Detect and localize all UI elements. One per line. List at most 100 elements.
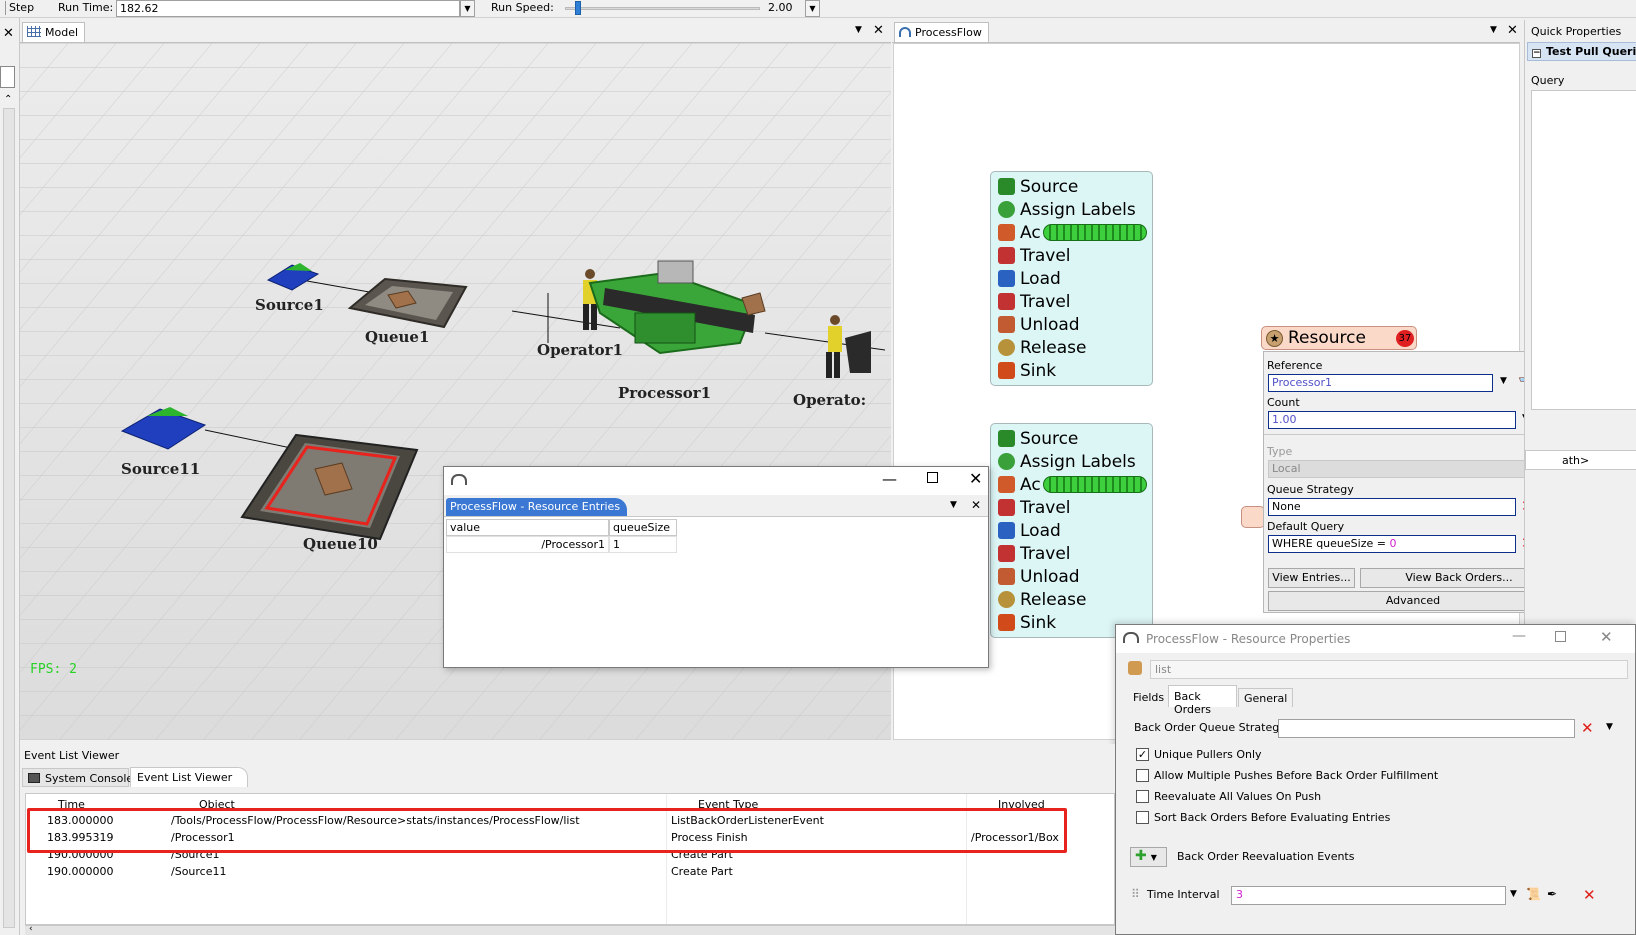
activity-travel[interactable]: Travel xyxy=(991,244,1152,267)
activity-load[interactable]: Load xyxy=(991,519,1152,542)
sort-back-orders-checkbox[interactable] xyxy=(1136,811,1149,824)
close-icon[interactable]: ✕ xyxy=(3,26,14,41)
window-titlebar[interactable]: ProcessFlow - Resource Properties — ✕ xyxy=(1116,625,1635,653)
queue-strategy-field[interactable]: None xyxy=(1268,498,1516,516)
column-header-object[interactable]: Object xyxy=(199,798,235,811)
tab-processflow[interactable]: ProcessFlow xyxy=(894,22,989,42)
unique-pullers-checkbox[interactable]: ✓ xyxy=(1136,748,1149,761)
vertical-scrollbar[interactable] xyxy=(3,108,15,928)
clear-icon[interactable]: ✕ xyxy=(1581,719,1594,737)
activity-unload[interactable]: Unload xyxy=(991,313,1152,336)
column-header-event-type[interactable]: Event Type xyxy=(698,798,758,811)
count-field[interactable]: 1.00 xyxy=(1268,411,1516,429)
activity-acquire[interactable]: Ac xyxy=(991,221,1152,244)
chevron-down-icon[interactable]: ▼ xyxy=(1500,376,1507,386)
maximize-button[interactable] xyxy=(1555,631,1566,642)
run-time-field[interactable]: 182.62 xyxy=(116,0,460,17)
column-header-queuesize[interactable]: queueSize xyxy=(609,519,677,536)
horizontal-scrollbar[interactable]: ‹ xyxy=(25,924,1115,935)
minimize-button[interactable]: — xyxy=(882,470,897,488)
event-list-table[interactable]: Time Object Event Type Involved 183.0000… xyxy=(25,793,1115,925)
table-row[interactable]: 183.000000 /Tools/ProcessFlow/ProcessFlo… xyxy=(26,812,1114,829)
window-titlebar[interactable]: — ✕ xyxy=(444,467,988,495)
table-row[interactable]: 190.000000 /Source1 Create Part xyxy=(26,846,1114,863)
view-entries-button[interactable]: View Entries... xyxy=(1268,568,1355,588)
close-icon[interactable]: ✕ xyxy=(873,23,884,38)
tab-back-orders[interactable]: Back Orders xyxy=(1168,685,1237,716)
resource-block[interactable]: ★ Resource 37 xyxy=(1261,326,1417,350)
script-icon[interactable]: 📜 xyxy=(1526,887,1541,901)
side-panel-handle[interactable] xyxy=(0,66,15,88)
tab-system-console[interactable]: System Console xyxy=(22,768,133,787)
eyedropper-icon[interactable]: ✒ xyxy=(1547,887,1557,901)
close-icon[interactable]: ✕ xyxy=(1507,23,1518,38)
tab-resource-entries[interactable]: ProcessFlow - Resource Entries xyxy=(446,498,627,516)
table-cell[interactable]: 1 xyxy=(609,536,677,553)
advanced-button[interactable]: Advanced xyxy=(1268,591,1558,611)
activity-travel[interactable]: Travel xyxy=(991,542,1152,565)
chevron-down-icon[interactable]: ▼ xyxy=(1510,889,1517,899)
chevron-down-icon[interactable]: ▼ xyxy=(855,25,862,35)
table-row[interactable]: 190.000000 /Source11 Create Part xyxy=(26,863,1114,880)
default-query-field[interactable]: WHERE queueSize = 0 xyxy=(1268,535,1516,553)
chevron-down-icon[interactable]: ▼ xyxy=(950,500,957,510)
resource-marker[interactable] xyxy=(1241,506,1265,528)
activity-source[interactable]: Source xyxy=(991,427,1152,450)
close-button[interactable]: ✕ xyxy=(969,469,982,488)
activity-unload[interactable]: Unload xyxy=(991,565,1152,588)
path-field[interactable]: ath> xyxy=(1525,450,1636,470)
column-header-value[interactable]: value xyxy=(446,519,609,536)
object-label-source11: Source11 xyxy=(121,460,201,478)
bo-queue-strategy-field[interactable] xyxy=(1278,719,1575,738)
token-stack[interactable] xyxy=(1043,476,1147,493)
maximize-button[interactable] xyxy=(927,472,938,483)
activity-load[interactable]: Load xyxy=(991,267,1152,290)
chevron-up-icon[interactable]: ⌃ xyxy=(4,94,12,105)
column-header-involved[interactable]: Involved xyxy=(998,798,1045,811)
chevron-down-icon[interactable]: ▼ xyxy=(1490,25,1497,35)
query-editor[interactable] xyxy=(1531,90,1636,410)
run-speed-dropdown[interactable]: ▼ xyxy=(805,0,820,17)
close-icon[interactable]: ✕ xyxy=(971,498,981,512)
tab-fields[interactable]: Fields xyxy=(1128,688,1169,707)
column-header-time[interactable]: Time xyxy=(58,798,85,811)
table-cell[interactable]: /Processor1 xyxy=(446,536,609,553)
activity-source[interactable]: Source xyxy=(991,175,1152,198)
run-time-dropdown[interactable]: ▼ xyxy=(460,0,475,17)
tab-event-list-viewer[interactable]: Event List Viewer xyxy=(130,767,248,787)
section-header[interactable]: − Test Pull Querie xyxy=(1527,42,1636,61)
time-interval-field[interactable]: 3 xyxy=(1231,886,1506,905)
type-select[interactable]: Local⌄ xyxy=(1268,460,1558,478)
delete-icon[interactable]: ✕ xyxy=(1583,886,1596,904)
activity-acquire[interactable]: Ac xyxy=(991,473,1152,496)
reevaluate-values-checkbox[interactable] xyxy=(1136,790,1149,803)
allow-multiple-pushes-checkbox[interactable] xyxy=(1136,769,1149,782)
step-button[interactable]: Step xyxy=(9,1,34,14)
tab-model[interactable]: Model xyxy=(22,22,86,42)
activity-assign-labels[interactable]: Assign Labels xyxy=(991,198,1152,221)
add-event-button[interactable]: ✚ ▼ xyxy=(1130,847,1167,867)
resource-entries-window: — ✕ ProcessFlow - Resource Entries ▼ ✕ v… xyxy=(443,466,989,668)
tab-general[interactable]: General xyxy=(1238,688,1294,707)
activity-travel[interactable]: Travel xyxy=(991,496,1152,519)
flow-block-1[interactable]: Source Assign Labels Ac Travel Load Trav… xyxy=(990,171,1153,386)
flow-block-2[interactable]: Source Assign Labels Ac Travel Load Trav… xyxy=(990,423,1153,638)
token-stack[interactable] xyxy=(1043,224,1147,241)
activity-travel[interactable]: Travel xyxy=(991,290,1152,313)
run-speed-slider[interactable] xyxy=(565,7,760,10)
activity-release[interactable]: Release xyxy=(991,336,1152,359)
activity-sink[interactable]: Sink xyxy=(991,359,1152,382)
table-row[interactable]: 183.995319 /Processor1 Process Finish /P… xyxy=(26,829,1114,846)
chevron-left-icon[interactable]: ‹ xyxy=(29,924,33,934)
activity-release[interactable]: Release xyxy=(991,588,1152,611)
run-speed-slider-thumb[interactable] xyxy=(575,1,581,15)
drag-handle-icon[interactable]: ⠿ xyxy=(1131,887,1140,901)
collapse-icon[interactable]: − xyxy=(1532,49,1541,58)
chevron-down-icon[interactable]: ▼ xyxy=(1606,722,1613,732)
name-field[interactable]: list xyxy=(1150,660,1628,679)
travel-icon xyxy=(998,247,1015,264)
reference-field[interactable]: Processor1 xyxy=(1268,374,1493,392)
activity-assign-labels[interactable]: Assign Labels xyxy=(991,450,1152,473)
minimize-button[interactable]: — xyxy=(1512,628,1526,644)
close-button[interactable]: ✕ xyxy=(1600,628,1613,646)
